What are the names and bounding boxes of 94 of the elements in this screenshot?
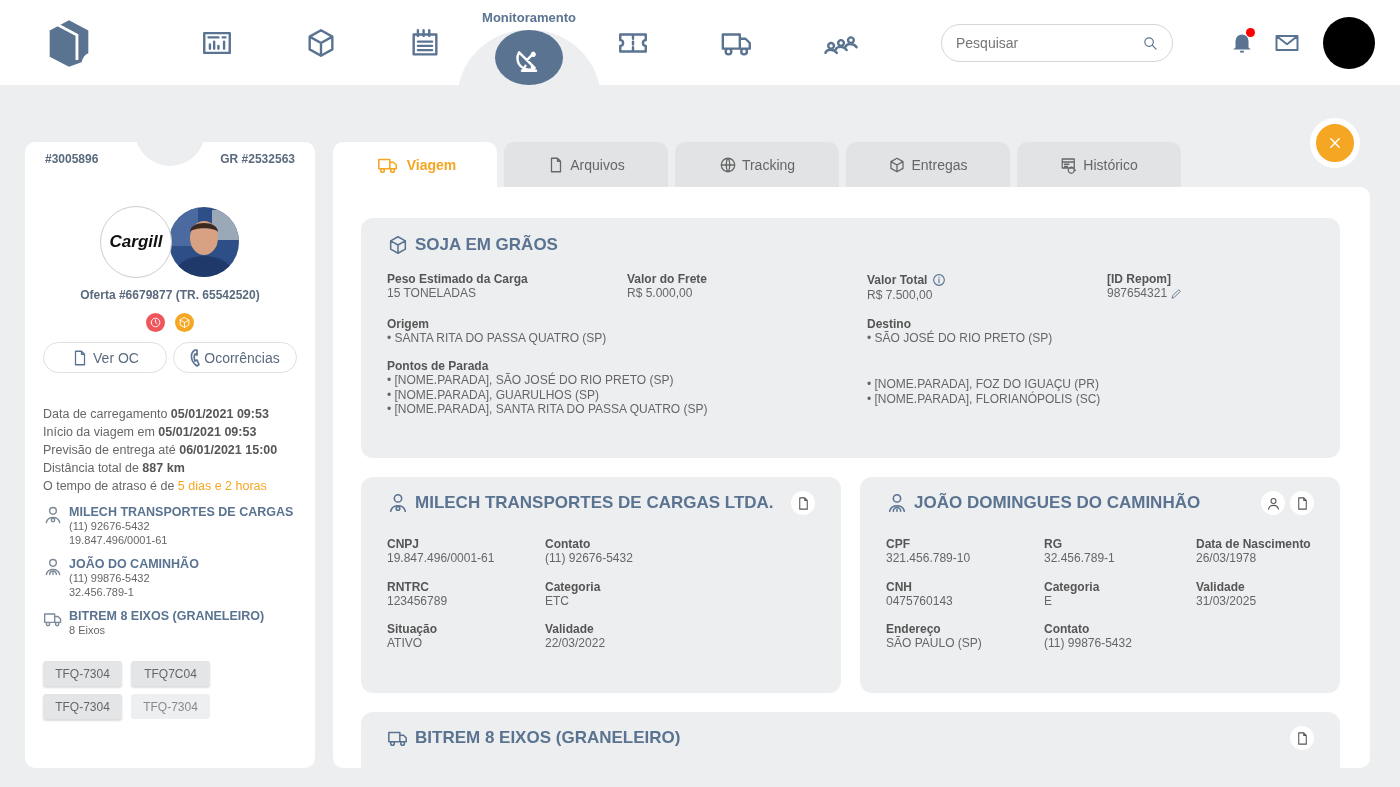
- field-label: Origem: [387, 316, 430, 331]
- stop-item: • [NOME.PARADA], SÃO JOSÉ DO RIO PRETO (SP): [387, 373, 675, 388]
- calendar-clock-icon: [1060, 155, 1079, 174]
- field-value: 26/03/1978: [1196, 551, 1258, 566]
- field-label: [ID Repom]: [1107, 272, 1171, 286]
- document-button[interactable]: [1290, 726, 1314, 750]
- gr-number: GR #2532563: [220, 152, 295, 166]
- person-icon: [43, 557, 63, 577]
- info-line: Distância total de 887 km: [43, 460, 186, 477]
- field-label: RG: [1044, 537, 1063, 551]
- field-label: CNH: [886, 579, 913, 594]
- plate-tag: TFQ-7304: [43, 694, 122, 719]
- field-label: Categoria: [545, 579, 602, 594]
- profile-button[interactable]: [1261, 491, 1285, 515]
- field-value: SÃO PAULO (SP): [886, 636, 983, 651]
- contact-detail: 19.847.496/0001-61: [69, 533, 169, 547]
- contact-detail: (11) 92676-5432: [69, 519, 151, 533]
- field-value: 15 TONELADAS: [387, 286, 476, 301]
- field-label: Valor do Frete: [627, 272, 708, 286]
- search-field[interactable]: Pesquisar: [941, 23, 1173, 62]
- field-value: (11) 92676-5432: [545, 551, 634, 566]
- info-line: Início da viagem em 05/01/2021 09:53: [43, 424, 258, 441]
- person-icon: [387, 492, 409, 514]
- field-label: Validade: [1196, 579, 1246, 594]
- field-value: ETC: [545, 593, 569, 608]
- offer-number: Oferta #6679877 (TR. 65542520): [79, 288, 261, 302]
- info-line: O tempo de atraso é de 5 dias e 2 horas: [43, 478, 268, 495]
- field-value: 123456789: [387, 593, 449, 608]
- field-value: 19.847.496/0001-61: [387, 551, 496, 566]
- contact-name: MILECH TRANSPORTES DE CARGAS: [69, 505, 294, 519]
- field-label: Valor Total: [867, 273, 928, 287]
- party-title: JOÃO DOMINGUES DO CAMINHÃO: [914, 493, 1201, 513]
- field-value: R$ 5.000,00: [627, 286, 693, 301]
- person-icon: [1265, 495, 1281, 511]
- contact-detail: 32.456.789-1: [69, 585, 135, 599]
- plate-tag: TFQ7C04: [131, 661, 210, 686]
- place-item: • SANTA RITA DO PASSA QUATRO (SP): [387, 330, 608, 345]
- search-icon[interactable]: [1142, 34, 1159, 52]
- field-value: 987654321: [1107, 286, 1168, 301]
- person-icon: [886, 492, 908, 514]
- box-icon: [387, 234, 409, 256]
- field-label: CNPJ: [387, 537, 420, 551]
- tab[interactable]: Histórico: [1017, 142, 1181, 187]
- info-line: Previsão de entrega até 06/01/2021 15:00: [43, 442, 279, 459]
- plate-tag: TFQ-7304: [43, 661, 122, 686]
- tab[interactable]: Tracking: [675, 142, 839, 187]
- logo-text: Cargill: [109, 232, 163, 252]
- field-label: RNTRC: [387, 579, 430, 594]
- field-label: Endereço: [886, 622, 942, 636]
- plate-tag: TFQ-7304: [131, 694, 210, 719]
- field-value: 31/03/2025: [1196, 593, 1258, 608]
- field-label: Destino: [867, 316, 911, 331]
- globe-icon: [718, 155, 737, 174]
- party-title: MILECH TRANSPORTES DE CARGAS LTDA.: [415, 493, 774, 513]
- field-label: Peso Estimado da Carga: [387, 272, 528, 286]
- field-value: 22/03/2022: [545, 636, 607, 651]
- stop-item: • [NOME.PARADA], FLORIANÓPOLIS (SC): [867, 391, 1102, 406]
- field-label: Validade: [545, 622, 595, 636]
- field-label: Contato: [1044, 622, 1091, 636]
- avatar[interactable]: [1323, 16, 1375, 69]
- contact-name: BITREM 8 EIXOS (GRANELEIRO): [69, 609, 265, 623]
- tab[interactable]: Arquivos: [504, 142, 668, 187]
- cargo-title: SOJA EM GRÃOS: [415, 235, 558, 255]
- field-label: Data de Nascimento: [1196, 537, 1312, 551]
- field-value: (11) 99876-5432: [1044, 636, 1133, 651]
- field-value: ATIVO: [387, 636, 424, 651]
- stop-item: • [NOME.PARADA], FOZ DO IGUAÇU (PR): [867, 377, 1100, 392]
- contact-name: JOÃO DO CAMINHÃO: [69, 557, 199, 571]
- vehicle-title: BITREM 8 EIXOS (GRANELEIRO): [415, 728, 681, 748]
- contact-detail: 8 Eixos: [69, 623, 107, 637]
- stop-item: • [NOME.PARADA], SANTA RITA DO PASSA QUATRO (SP): [387, 402, 709, 417]
- field-label: Categoria: [1044, 579, 1101, 594]
- field-value: E: [1044, 593, 1052, 608]
- order-number: #3005896: [45, 152, 99, 166]
- person-icon: [43, 505, 63, 525]
- field-label: Pontos de Parada: [387, 359, 490, 373]
- stop-item: • [NOME.PARADA], GUARULHOS (SP): [387, 387, 600, 402]
- info-line: Data de carregamento 05/01/2021 09:53: [43, 406, 270, 423]
- nav-label: Monitoramento: [482, 10, 576, 25]
- field-value: 32.456.789-1: [1044, 551, 1116, 566]
- field-label: Contato: [545, 537, 592, 551]
- document-button[interactable]: [791, 491, 815, 515]
- field-label: Situação: [387, 622, 438, 636]
- field-value: R$ 7.500,00: [867, 288, 933, 303]
- box-icon: [888, 155, 907, 174]
- contact-detail: (11) 99876-5432: [69, 571, 151, 585]
- place-item: • SÃO JOSÉ DO RIO PRETO (SP): [867, 330, 1054, 345]
- field-value: 0475760143: [886, 593, 954, 608]
- tab[interactable]: Entregas: [846, 142, 1010, 187]
- field-value: 321.456.789-10: [886, 551, 972, 566]
- field-label: CPF: [886, 537, 911, 551]
- phone-icon: [190, 348, 201, 367]
- document-button[interactable]: [1290, 491, 1314, 515]
- info-icon[interactable]: [931, 272, 948, 288]
